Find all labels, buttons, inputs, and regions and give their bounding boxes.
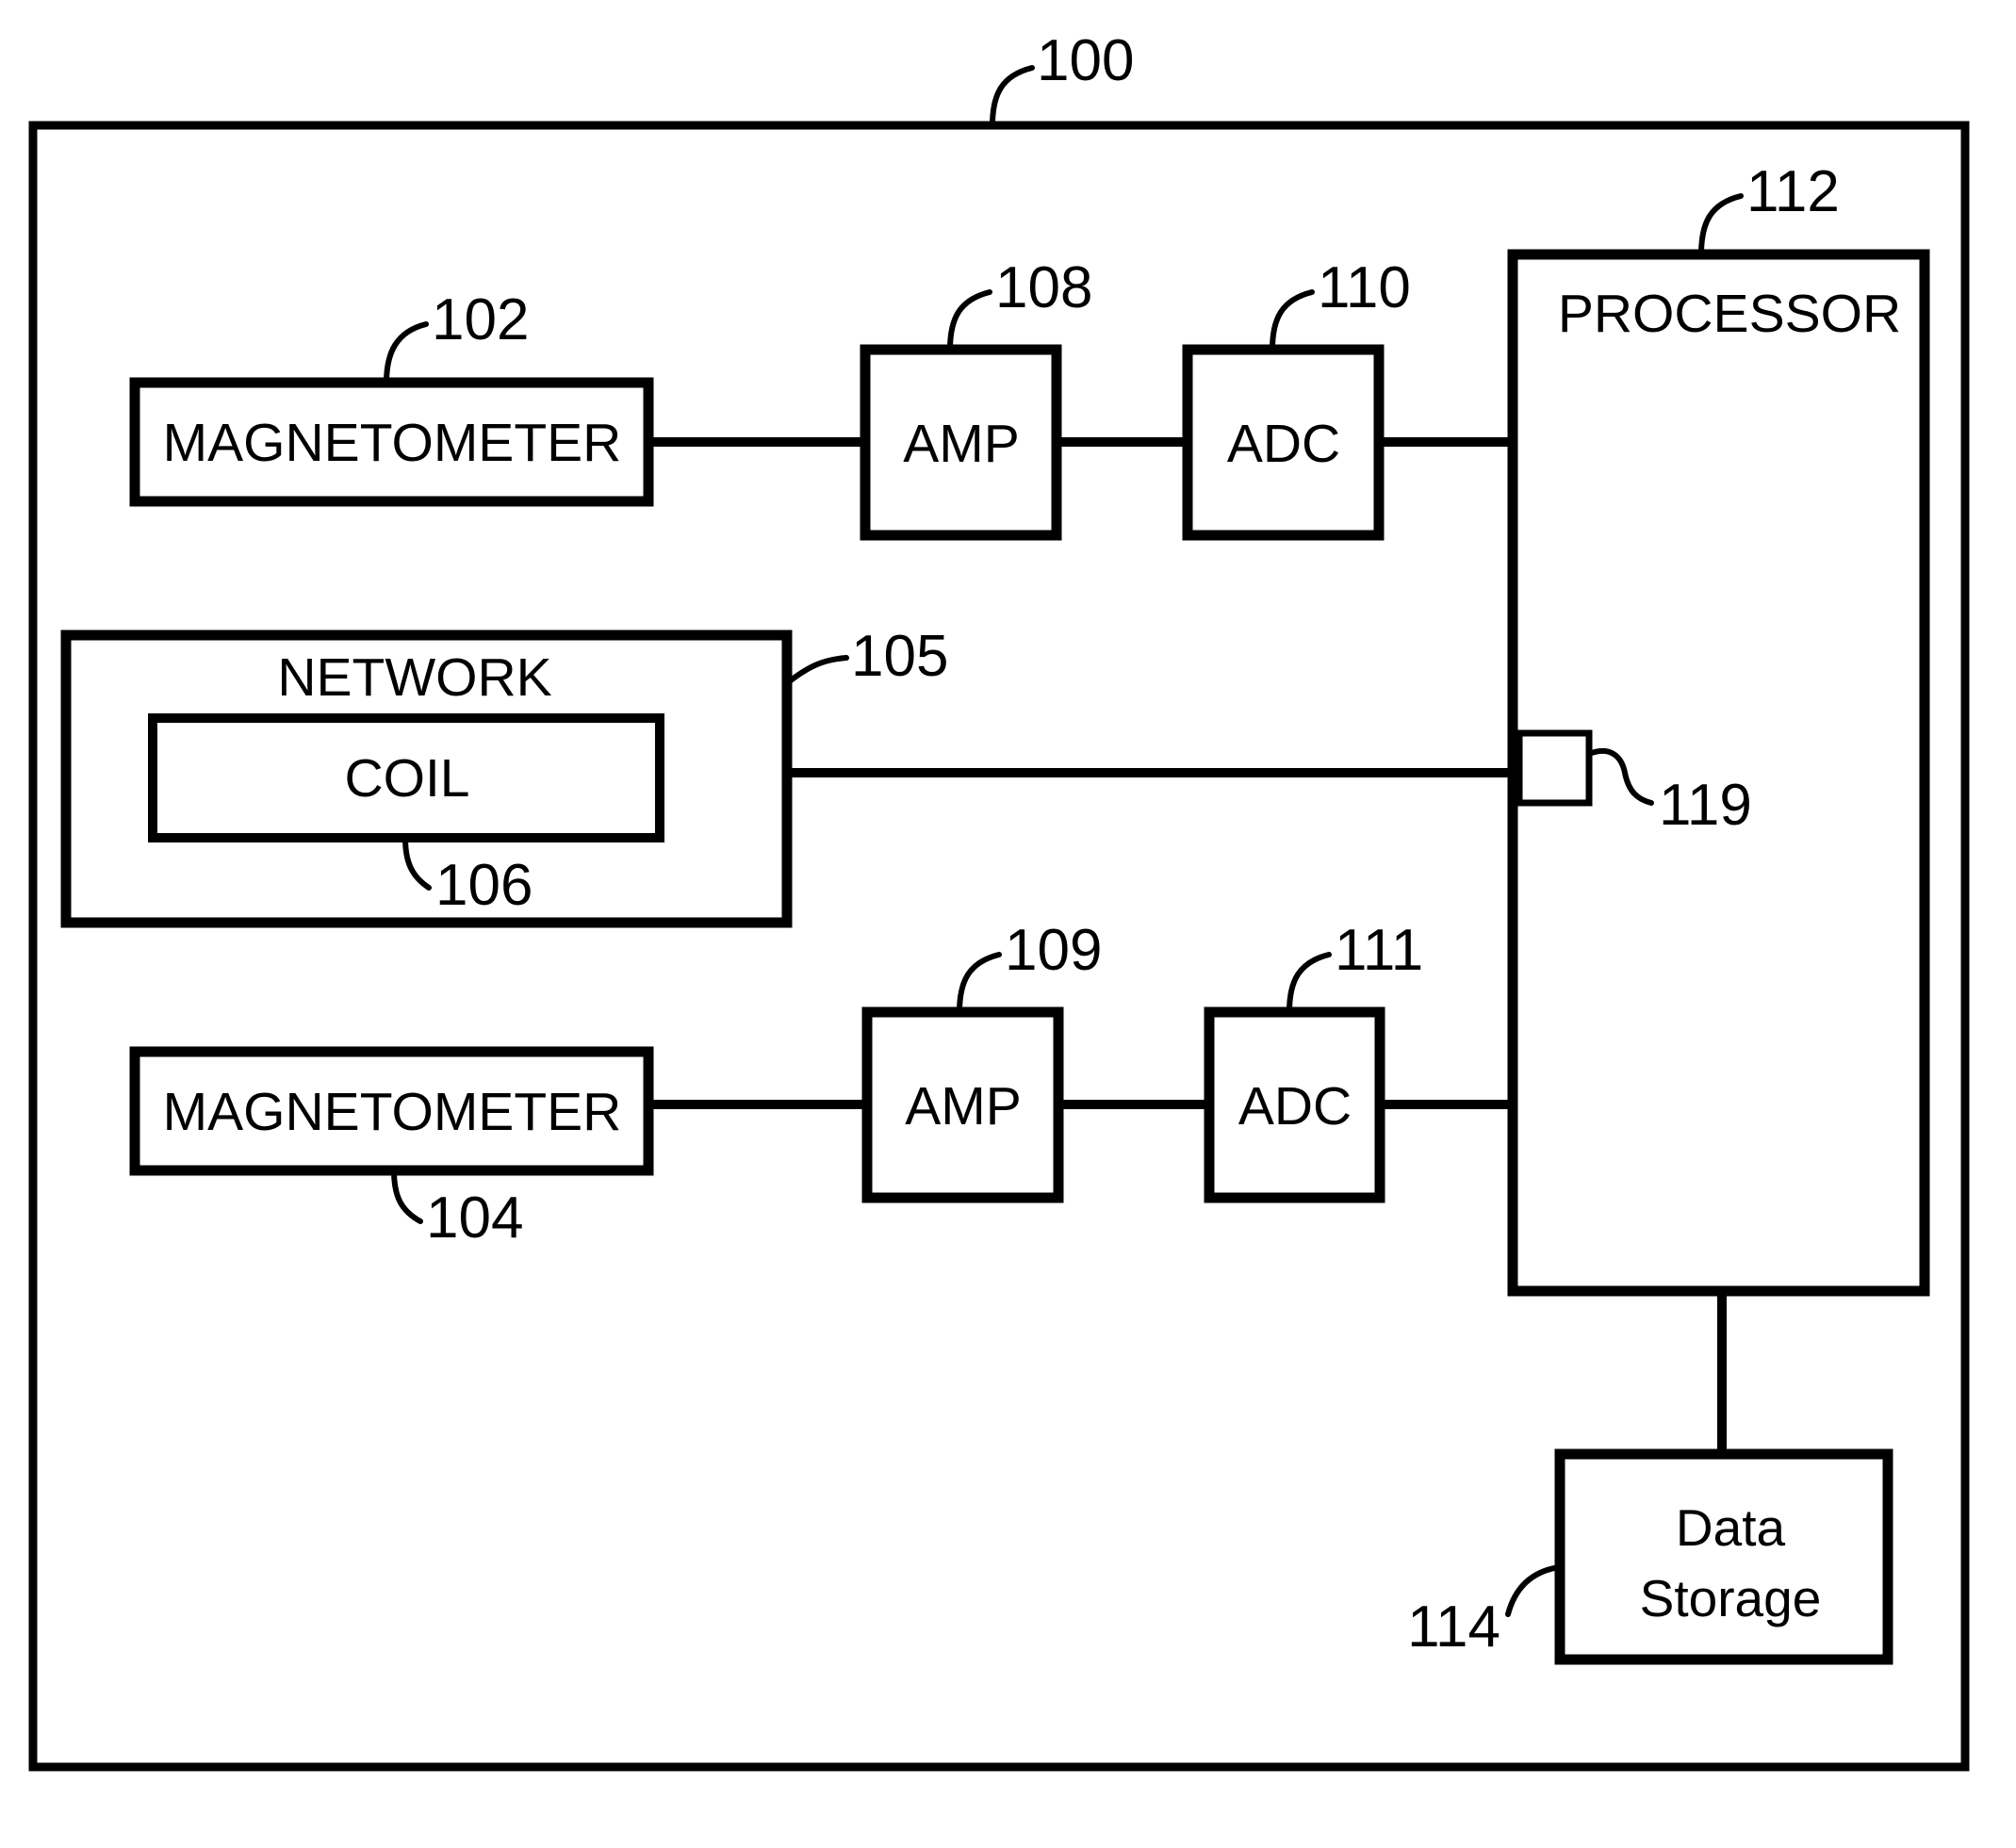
ref-label-104: 104 xyxy=(426,1186,523,1251)
block-diagram: 100 MAGNETOMETER 102 AMP 108 ADC 110 NET… xyxy=(28,28,1970,1772)
leader-105 xyxy=(784,655,849,686)
magnetometer-top-label: MAGNETOMETER xyxy=(163,413,622,473)
ref-label-108: 108 xyxy=(995,255,1092,320)
leader-114 xyxy=(1505,1564,1563,1617)
leader-102 xyxy=(384,321,429,385)
ref-label-106: 106 xyxy=(435,853,533,918)
ref-label-100: 100 xyxy=(1037,28,1134,93)
ref-label-119: 119 xyxy=(1659,773,1752,838)
ref-label-111: 111 xyxy=(1335,918,1423,983)
data-storage-label-line1: Data xyxy=(1676,1498,1786,1557)
leader-108 xyxy=(947,289,992,352)
leader-100 xyxy=(990,65,1035,128)
processor-port-box xyxy=(1519,733,1589,803)
ref-label-112: 112 xyxy=(1746,159,1840,224)
amp-bottom-label: AMP xyxy=(905,1076,1022,1137)
data-storage-box xyxy=(1560,1454,1888,1660)
ref-label-110: 110 xyxy=(1318,255,1411,320)
leader-111 xyxy=(1287,952,1332,1015)
network-label: NETWORK xyxy=(277,647,551,708)
data-storage-label-line2: Storage xyxy=(1640,1569,1822,1627)
leader-104 xyxy=(391,1168,423,1224)
ref-label-102: 102 xyxy=(432,287,529,352)
ref-label-109: 109 xyxy=(1005,918,1102,983)
processor-label: PROCESSOR xyxy=(1558,284,1901,344)
ref-label-105: 105 xyxy=(851,624,948,689)
magnetometer-bottom-label: MAGNETOMETER xyxy=(163,1082,622,1142)
figure-canvas: 100 MAGNETOMETER 102 AMP 108 ADC 110 NET… xyxy=(0,0,2016,1848)
leader-109 xyxy=(957,952,1002,1015)
ref-label-114: 114 xyxy=(1407,1595,1500,1660)
leader-110 xyxy=(1270,289,1315,352)
adc-top-label: ADC xyxy=(1227,414,1340,474)
amp-top-label: AMP xyxy=(903,414,1020,474)
leader-112 xyxy=(1698,193,1744,257)
adc-bottom-label: ADC xyxy=(1238,1076,1352,1137)
coil-label: COIL xyxy=(344,748,469,809)
